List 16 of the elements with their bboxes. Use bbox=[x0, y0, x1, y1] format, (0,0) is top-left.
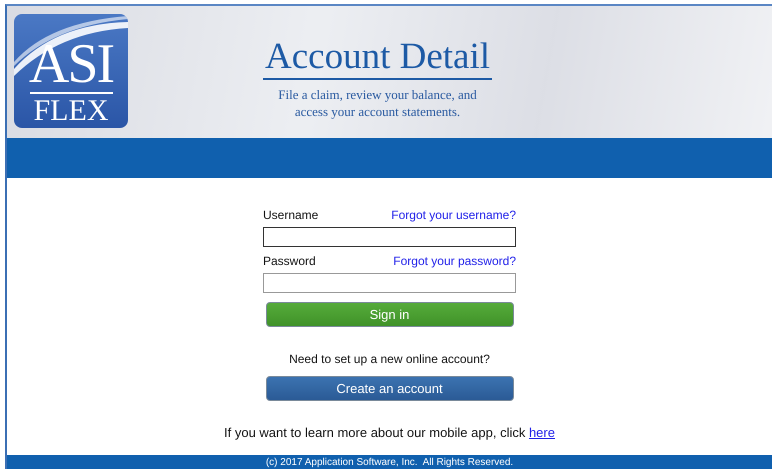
field-label: Password bbox=[263, 253, 316, 269]
forgot-link[interactable]: Forgot your username? bbox=[391, 207, 516, 223]
logo-text: FLEX bbox=[30, 92, 112, 126]
subtitle: File a claim, review your balance, and bbox=[278, 86, 477, 103]
password-field[interactable] bbox=[263, 273, 516, 293]
copyright-text: (c) 2017 Application Software, Inc. All Rights Reserved. bbox=[266, 456, 514, 468]
create-account-button[interactable]: Create an account bbox=[266, 376, 514, 401]
forgot-link[interactable]: Forgot your password? bbox=[393, 253, 516, 269]
mobile-app-text: If you want to learn more about our mobile app, click here bbox=[224, 425, 555, 440]
page-title: Account Detail bbox=[263, 36, 492, 80]
field-label: Username bbox=[263, 207, 318, 223]
here-link[interactable]: here bbox=[528, 425, 555, 440]
prompt-text: Need to set up a new online account? bbox=[289, 352, 490, 366]
username-field[interactable] bbox=[263, 227, 516, 247]
logo-text: ASI bbox=[28, 36, 114, 92]
subtitle: access your account statements. bbox=[294, 103, 460, 120]
